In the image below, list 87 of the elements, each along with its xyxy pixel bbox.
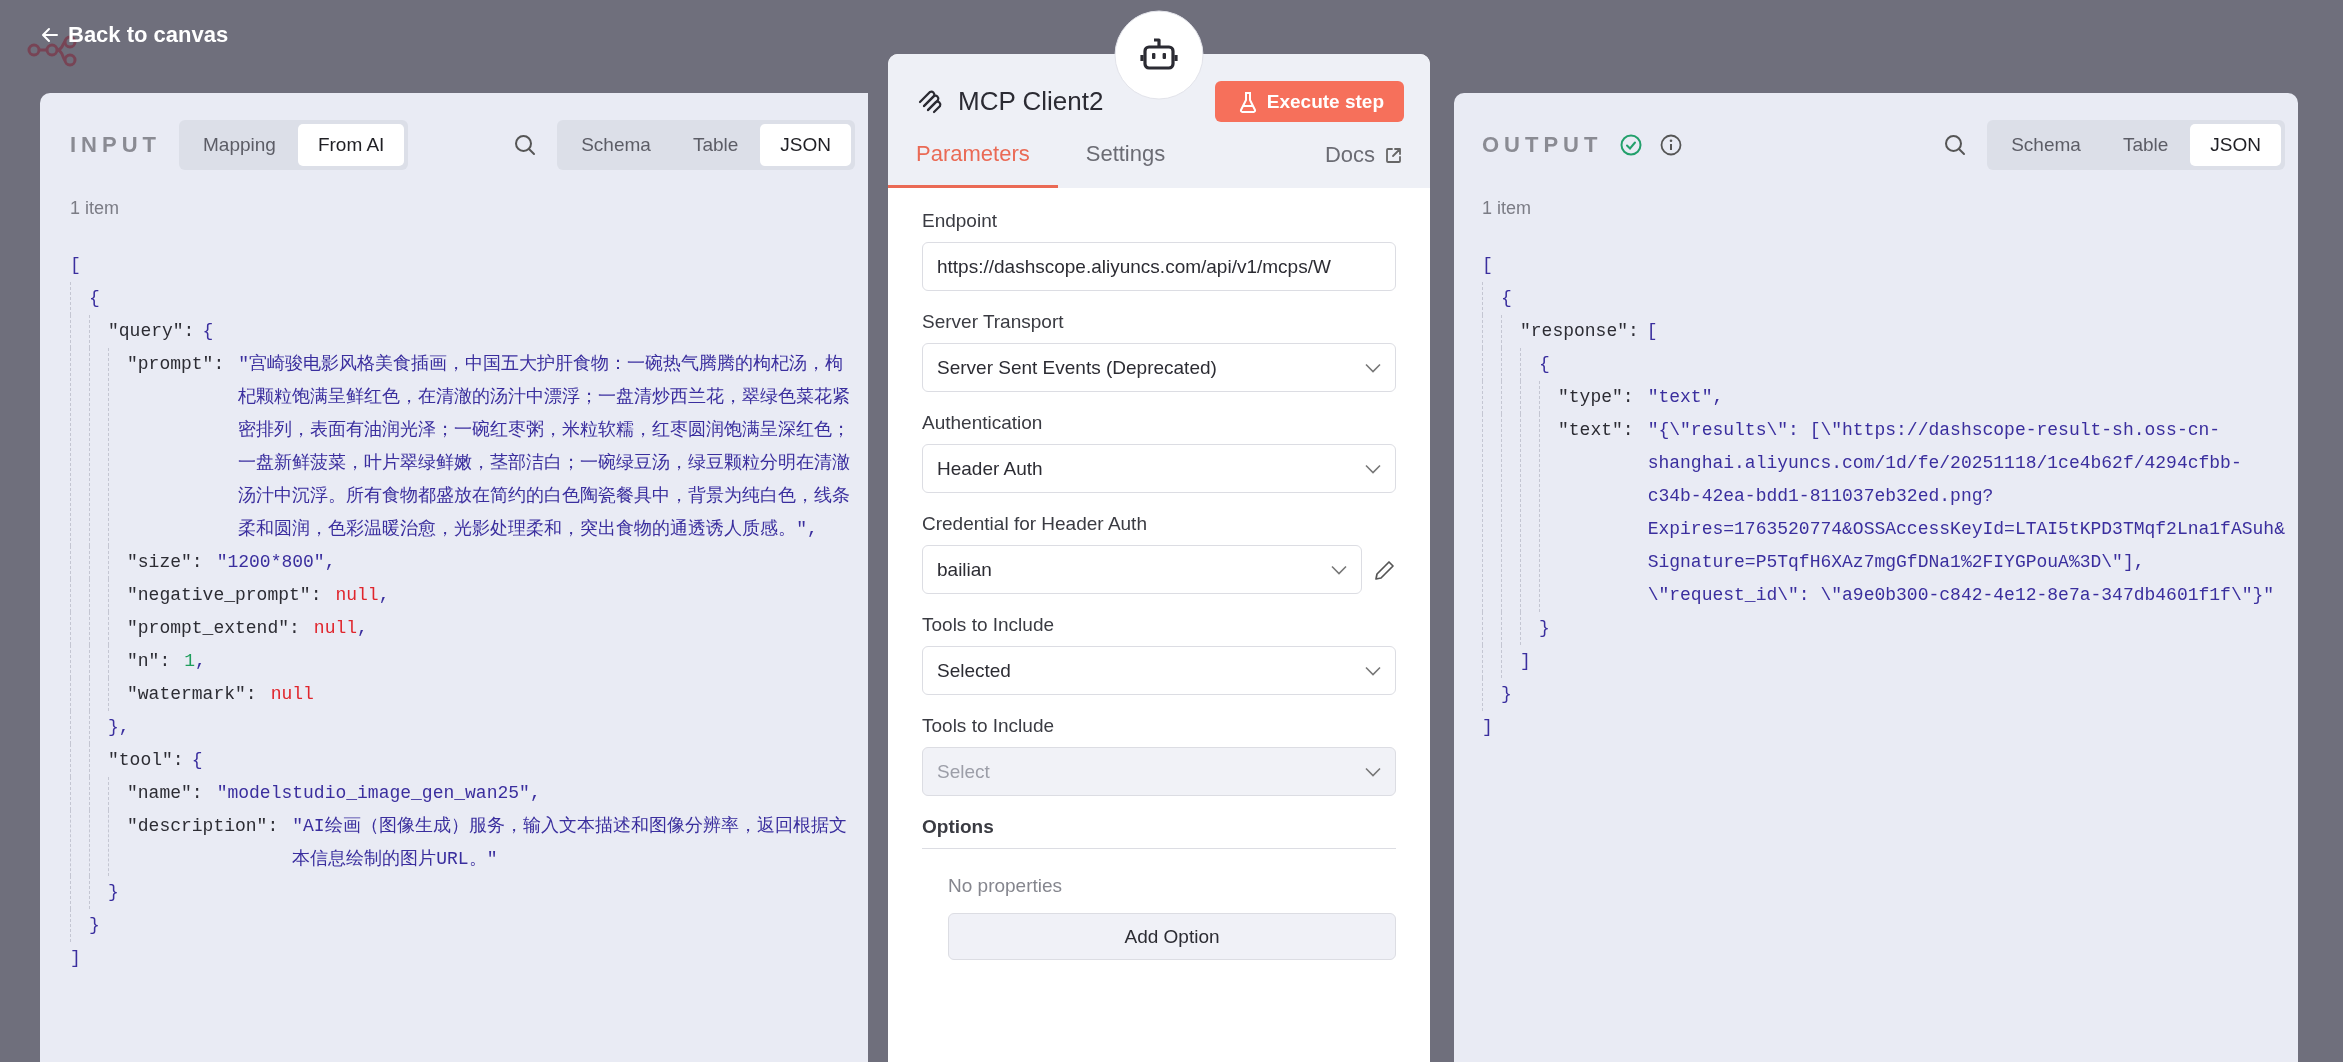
json-value: "AI绘画（图像生成）服务，输入文本描述和图像分辨率，返回根据文本信息绘制的图片URL。" <box>292 816 847 869</box>
chevron-down-icon <box>1365 463 1381 474</box>
json-key: "tool": <box>108 744 184 777</box>
json-value: null <box>270 684 314 704</box>
json-key: "name": <box>127 777 203 810</box>
item-count: 1 item <box>70 198 121 219</box>
external-link-icon <box>1385 146 1402 164</box>
panel-title: OUTPUT <box>1482 132 1603 158</box>
add-option-button[interactable]: Add Option <box>948 913 1396 960</box>
json-value: null <box>335 585 379 605</box>
json-key: "negative_prompt": <box>127 579 322 612</box>
field-label: Tools to Include <box>922 715 1056 737</box>
json-value: null <box>313 618 358 638</box>
json-comma: , <box>357 618 368 638</box>
empty-message: No properties <box>948 875 1064 897</box>
json-key: "type": <box>1558 381 1634 414</box>
chevron-down-icon <box>1365 665 1381 676</box>
json-bracket: ] <box>70 947 81 970</box>
dropdown[interactable]: bailian <box>922 545 1362 594</box>
view-tab[interactable]: Schema <box>1991 124 2101 166</box>
node-title: MCP Client2 <box>958 86 1104 117</box>
json-bracket: { <box>202 320 214 343</box>
view-tab[interactable]: Table <box>2102 124 2189 166</box>
json-key: "query": <box>108 315 195 348</box>
execute-step-button[interactable]: Execute step <box>1214 81 1404 122</box>
json-key: "prompt_extend": <box>127 612 300 645</box>
json-key: "text": <box>1558 414 1634 612</box>
field-label: Endpoint <box>922 210 998 232</box>
json-bracket: { <box>89 287 100 310</box>
json-value: "1200*800", <box>216 552 336 572</box>
back-link[interactable]: Back to canvas <box>40 22 229 48</box>
view-tab[interactable]: Schema <box>561 124 671 166</box>
field-label: Authentication <box>922 412 1044 434</box>
chevron-down-icon <box>1365 766 1381 777</box>
dropdown[interactable]: Selected <box>922 646 1396 695</box>
json-bracket: } <box>1539 617 1550 640</box>
robot-icon <box>1114 10 1204 100</box>
json-value: "{\"results\": [\"https://dashscope-result-sh.oss-cn-shanghai.aliyuncs.com/1d/fe/20251118/1ce4b62f/4294cfbb-c34b-42ea-bdd1-811037eb32ed.png?Expires=1763520774&OSSAccessKeyId=LTAI5tKPD3TMqf2Lna1fASuh&Signature=P5TqfH6XAz7mgGfDNa1%2FIYGPouA%3D\"], \"request_id\": \"a9e0b300-c842-4e12-8e7a-347db4601f1f\"}" <box>1647 420 2285 605</box>
json-bracket: { <box>1539 353 1550 376</box>
mode-tab[interactable]: Mapping <box>183 124 296 166</box>
json-bracket: [ <box>70 254 81 277</box>
json-bracket: ] <box>1520 650 1531 673</box>
flask-icon <box>1238 90 1257 113</box>
chevron-down-icon <box>1331 564 1347 575</box>
json-bracket: } <box>108 881 119 904</box>
view-tab[interactable]: Table <box>672 124 759 166</box>
field-label: Credential for Header Auth <box>922 513 1148 535</box>
back-arrow-icon <box>40 25 60 45</box>
pencil-icon[interactable] <box>1374 558 1396 581</box>
dropdown[interactable]: Header Auth <box>922 444 1396 493</box>
section-title: Options <box>922 816 995 838</box>
text-field[interactable]: https://dashscope.aliyuncs.com/api/v1/mcps/W <box>922 242 1396 291</box>
json-bracket: { <box>191 749 203 772</box>
field-label: Server Transport <box>922 311 1065 333</box>
json-value: "text", <box>1647 387 1724 407</box>
json-key: "prompt": <box>127 348 225 546</box>
view-tab[interactable]: JSON <box>2190 124 2281 166</box>
item-count: 1 item <box>1482 198 1533 219</box>
dropdown[interactable]: Server Sent Events (Deprecated) <box>922 343 1396 392</box>
mode-tab[interactable]: From AI <box>297 124 405 166</box>
json-value: "modelstudio_image_gen_wan25", <box>216 783 541 803</box>
search-icon[interactable] <box>513 133 538 157</box>
json-value: "宫崎骏电影风格美食插画，中国五大护肝食物：一碗热气腾腾的枸杞汤，枸杞颗粒饱满呈鲜红色，在清澈的汤汁中漂浮；一盘清炒西兰花，翠绿色菜花紧密排列，表面有油润光泽；一碗红枣粥，米粒软糯，红枣圆润饱满呈深红色；一盘新鲜菠菜，叶片翠绿鲜嫩，茎部洁白；一碗绿豆汤，绿豆颗粒分明在清澈汤汁中沉浮。所有食物都盛放在简约的白色陶瓷餐具中，背景为纯白色，线条柔和圆润，色彩温暖治愈，光影处理柔和，突出食物的通透诱人质感。", <box>238 354 851 539</box>
json-bracket: [ <box>1646 320 1658 343</box>
tab[interactable]: Parameters <box>888 122 1058 188</box>
json-value: 1 <box>184 651 196 671</box>
chevron-down-icon <box>1365 362 1381 373</box>
json-comma: , <box>195 651 206 671</box>
json-key: "size": <box>127 546 203 579</box>
json-key: "n": <box>127 645 171 678</box>
json-comma: , <box>378 585 390 605</box>
json-bracket: } <box>89 914 100 937</box>
panel-title: INPUT <box>70 132 161 158</box>
json-key: "watermark": <box>127 678 257 711</box>
json-bracket: }, <box>108 716 130 739</box>
field-label: Tools to Include <box>922 614 1056 636</box>
view-tab[interactable]: JSON <box>760 124 851 166</box>
json-bracket: { <box>1501 287 1512 310</box>
json-key: "response": <box>1520 315 1639 348</box>
json-bracket: ] <box>1482 716 1493 739</box>
json-key: "description": <box>127 810 279 876</box>
tab[interactable]: Settings <box>1057 122 1194 188</box>
docs-link[interactable]: Docs <box>1324 122 1402 188</box>
search-icon[interactable] <box>1943 133 1968 157</box>
json-bracket: } <box>1501 683 1512 706</box>
info-icon[interactable] <box>1660 134 1683 156</box>
json-bracket: [ <box>1482 254 1493 277</box>
